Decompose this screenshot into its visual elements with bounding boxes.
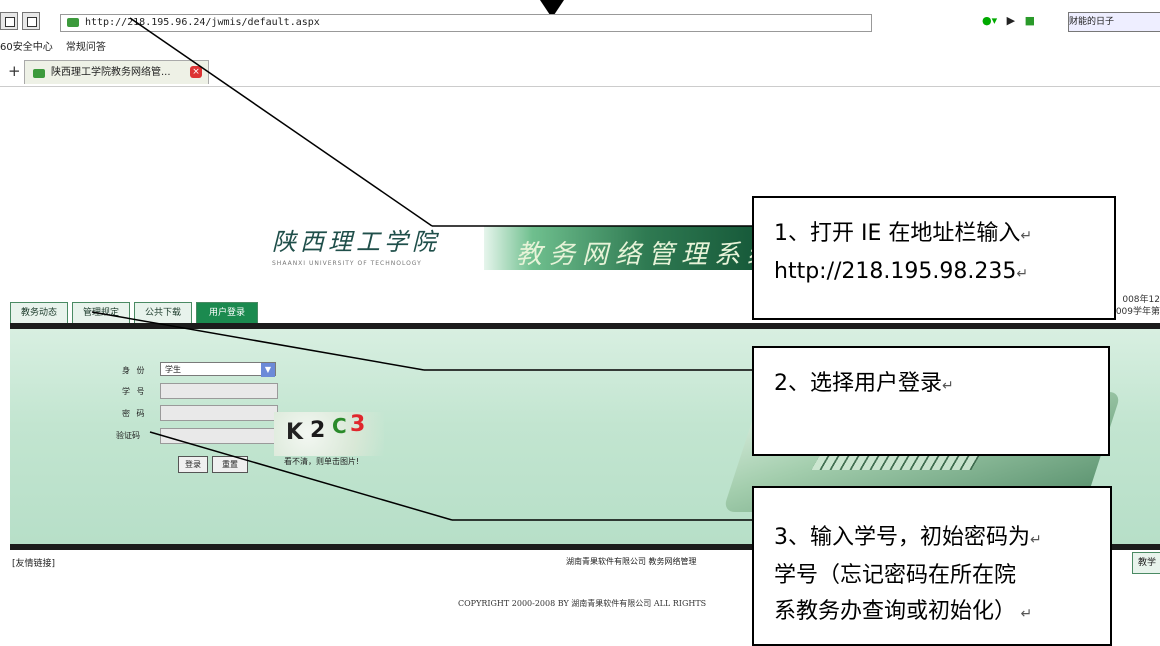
connector-line-2 bbox=[91, 311, 425, 371]
callout-1-line-2: http://218.195.98.235↵ bbox=[774, 259, 1029, 284]
callout-step-2: 2、选择用户登录↵ bbox=[752, 346, 1110, 456]
callout-step-1: 1、打开 IE 在地址栏输入↵ http://218.195.98.235↵ bbox=[752, 196, 1116, 320]
connector-line-1 bbox=[129, 17, 433, 227]
callout-2-line-1: 2、选择用户登录↵ bbox=[774, 371, 954, 396]
connector-line-3 bbox=[149, 431, 453, 521]
callout-3-line-3: 系教务办查询或初始化） ↵ bbox=[774, 599, 1033, 624]
callout-1-line-1: 1、打开 IE 在地址栏输入↵ bbox=[774, 221, 1033, 246]
callout-3-line-2: 学号（忘记密码在所在院 bbox=[774, 563, 1017, 588]
callout-3-line-1: 3、输入学号，初始密码为↵ bbox=[774, 525, 1042, 550]
callout-step-3: 3、输入学号，初始密码为↵ 学号（忘记密码在所在院 系教务办查询或初始化） ↵ bbox=[752, 486, 1112, 646]
